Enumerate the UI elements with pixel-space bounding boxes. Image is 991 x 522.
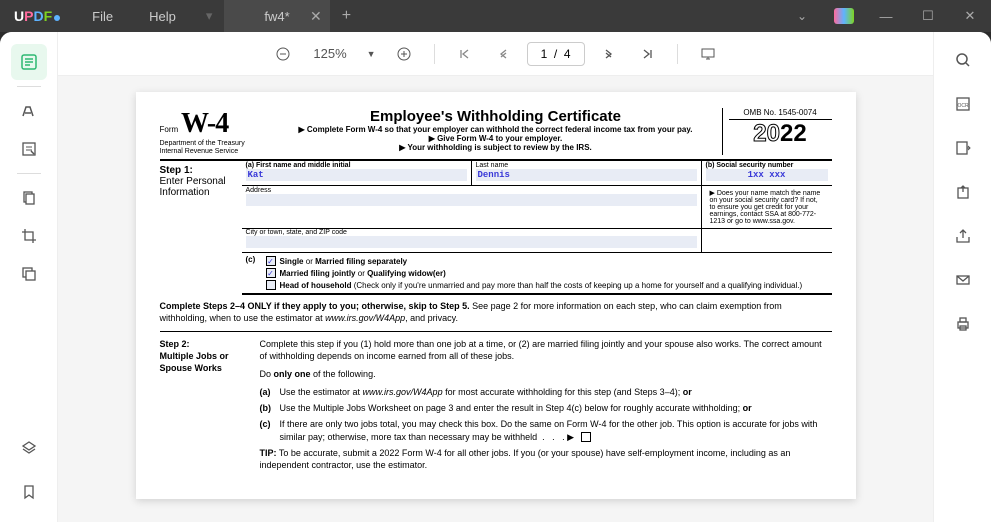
last-page-button[interactable] xyxy=(633,40,661,68)
share-icon[interactable] xyxy=(949,222,977,250)
last-name-field[interactable]: Dennis xyxy=(476,169,697,181)
tab-separator: ▾ xyxy=(194,8,225,24)
document-tab[interactable]: fw4* ✕ xyxy=(224,0,329,32)
address-label: Address xyxy=(246,187,697,194)
form-header: Form W-4 Department of the Treasury Inte… xyxy=(160,108,832,161)
form-number: W-4 xyxy=(181,108,228,139)
menu-help[interactable]: Help xyxy=(131,9,194,24)
crop-icon[interactable] xyxy=(11,218,47,254)
instruction-line-1: Complete Form W-4 so that your employer … xyxy=(270,125,722,134)
title-bar: UPDF File Help ▾ fw4* ✕ + ⌄ — ☐ ✕ xyxy=(0,0,991,32)
checkbox-hoh[interactable] xyxy=(266,280,276,290)
highlight-icon[interactable] xyxy=(11,93,47,129)
step2-label: Step 2: xyxy=(160,338,252,350)
tab-label: fw4* xyxy=(264,9,289,24)
chk2-label: Married filing jointly or Qualifying wid… xyxy=(280,269,446,278)
ai-icon[interactable] xyxy=(823,0,865,32)
city-label: City or town, state, and ZIP code xyxy=(246,229,697,236)
form-title: Employee's Withholding Certificate xyxy=(270,108,722,125)
center-panel: 125% ▼ Form W-4 Department of the Treasu… xyxy=(58,32,933,522)
checkbox-single[interactable]: ✓ xyxy=(266,256,276,266)
minimize-button[interactable]: — xyxy=(865,0,907,32)
email-icon[interactable] xyxy=(949,266,977,294)
step2-tip: TIP: To be accurate, submit a 2022 Form … xyxy=(260,447,832,471)
add-tab-button[interactable]: + xyxy=(330,7,363,25)
menu-file[interactable]: File xyxy=(74,9,131,24)
presentation-icon[interactable] xyxy=(694,40,722,68)
ssn-field[interactable]: 1xx xxx xyxy=(706,169,828,181)
copy-icon[interactable] xyxy=(11,256,47,292)
c-label: (c) xyxy=(246,255,266,291)
checkbox-two-jobs[interactable] xyxy=(581,432,591,442)
chk3-label: Head of household (Check only if you're … xyxy=(280,281,803,290)
edit-text-icon[interactable] xyxy=(11,131,47,167)
page-input[interactable] xyxy=(527,42,585,66)
first-page-button[interactable] xyxy=(451,40,479,68)
address-field[interactable] xyxy=(246,194,697,206)
mid-instruction: Complete Steps 2–4 ONLY if they apply to… xyxy=(160,295,832,331)
step2-opt-a: Use the estimator at www.irs.gov/W4App f… xyxy=(280,386,832,398)
export-icon[interactable] xyxy=(949,178,977,206)
close-window-button[interactable]: ✕ xyxy=(949,0,991,32)
top-toolbar: 125% ▼ xyxy=(58,32,933,76)
main-area: 125% ▼ Form W-4 Department of the Treasu… xyxy=(0,32,991,522)
step2-p2: Do only one of the following. xyxy=(260,368,832,380)
print-icon[interactable] xyxy=(949,310,977,338)
zoom-value: 125% xyxy=(307,46,352,61)
last-name-label: Last name xyxy=(476,162,697,169)
organize-pages-icon[interactable] xyxy=(11,180,47,216)
dept-line1: Department of the Treasury xyxy=(160,140,270,148)
convert-icon[interactable] xyxy=(949,134,977,162)
zoom-in-button[interactable] xyxy=(390,40,418,68)
instruction-line-3: Your withholding is subject to review by… xyxy=(270,143,722,152)
step2-opt-c: If there are only two jobs total, you ma… xyxy=(280,418,832,442)
tax-year: 2022 xyxy=(729,120,832,148)
step1-row: Step 1: Enter Personal Information (a) F… xyxy=(160,161,832,295)
prev-page-button[interactable] xyxy=(489,40,517,68)
next-page-button[interactable] xyxy=(595,40,623,68)
document-viewport[interactable]: Form W-4 Department of the Treasury Inte… xyxy=(58,76,933,522)
step2-sub: Multiple Jobs or Spouse Works xyxy=(160,350,252,374)
first-name-label: (a) First name and middle initial xyxy=(246,162,467,169)
ssn-label: (b) Social security number xyxy=(706,162,828,169)
search-icon[interactable] xyxy=(949,46,977,74)
close-tab-icon[interactable]: ✕ xyxy=(310,8,322,25)
dept-line2: Internal Revenue Service xyxy=(160,148,270,156)
form-label: Form xyxy=(160,125,179,134)
maximize-button[interactable]: ☐ xyxy=(907,0,949,32)
left-toolbar xyxy=(0,32,58,522)
layers-icon[interactable] xyxy=(11,430,47,466)
step2-opt-b: Use the Multiple Jobs Worksheet on page … xyxy=(280,402,832,414)
step2-row: Step 2: Multiple Jobs or Spouse Works Co… xyxy=(160,332,832,483)
zoom-dropdown-icon[interactable]: ▼ xyxy=(363,49,380,59)
ssn-note: ▶ Does your name match the name on your … xyxy=(706,187,828,227)
reader-view-icon[interactable] xyxy=(11,44,47,80)
step2-p1: Complete this step if you (1) hold more … xyxy=(260,338,832,362)
zoom-out-button[interactable] xyxy=(269,40,297,68)
bookmark-icon[interactable] xyxy=(11,474,47,510)
omb-number: OMB No. 1545-0074 xyxy=(729,108,832,120)
chk1-label: Single or Married filing separately xyxy=(280,257,408,266)
first-name-field[interactable]: Kat xyxy=(246,169,467,181)
svg-text:OCR: OCR xyxy=(957,103,969,109)
app-logo: UPDF xyxy=(0,8,74,24)
ocr-icon[interactable]: OCR xyxy=(949,90,977,118)
right-toolbar: OCR xyxy=(933,32,991,522)
city-field[interactable] xyxy=(246,236,697,248)
checkbox-married-joint[interactable]: ✓ xyxy=(266,268,276,278)
step1-sub: Enter Personal Information xyxy=(160,176,238,198)
instruction-line-2: Give Form W-4 to your employer. xyxy=(270,134,722,143)
dropdown-icon[interactable]: ⌄ xyxy=(781,0,823,32)
step1-label: Step 1: xyxy=(160,165,193,176)
pdf-page: Form W-4 Department of the Treasury Inte… xyxy=(136,92,856,499)
